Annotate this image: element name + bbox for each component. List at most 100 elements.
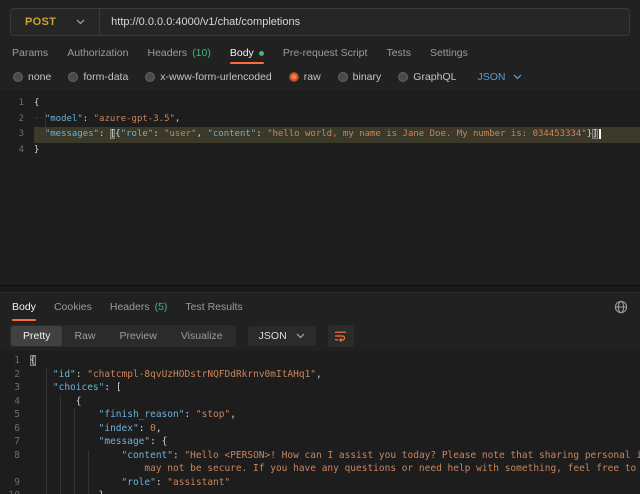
- code-text: "role": "assistant": [30, 476, 640, 490]
- tab-count-badge: (5): [155, 301, 168, 313]
- code-line: 2 "id": "chatcmpl-8qvUzHODstrNQFDdRkrnv0…: [0, 368, 640, 382]
- code-text: {: [30, 354, 640, 368]
- code-token: "hello world, my name is Jane Doe. My nu…: [267, 129, 587, 139]
- body-mode-label: GraphQL: [413, 71, 456, 83]
- line-number: [0, 462, 30, 476]
- body-mode-raw[interactable]: raw: [289, 71, 321, 83]
- body-mode-none[interactable]: none: [13, 71, 51, 83]
- code-token: "finish_reason": [99, 409, 185, 420]
- radio-icon: [289, 72, 299, 82]
- tab-authorization[interactable]: Authorization: [67, 42, 128, 64]
- url-input[interactable]: http://0.0.0.0:4000/v1/chat/completions: [100, 16, 311, 28]
- body-mode-form-data[interactable]: form-data: [68, 71, 128, 83]
- response-format-dropdown[interactable]: JSON: [248, 326, 316, 346]
- code-text: "index": 0,: [30, 422, 640, 436]
- tab-pre-request-script[interactable]: Pre-request Script: [283, 42, 368, 64]
- code-text: "message": {: [30, 435, 640, 449]
- body-mode-binary[interactable]: binary: [338, 71, 382, 83]
- body-mode-selector: none form-data x-www-form-urlencoded raw bin…: [0, 64, 640, 90]
- response-tab-body[interactable]: Body: [12, 293, 36, 321]
- code-text: ··"model": "azure-gpt-3.5",: [34, 112, 640, 128]
- tab-label: Body: [230, 47, 254, 59]
- pane-divider[interactable]: [0, 285, 640, 293]
- tab-body[interactable]: Body: [230, 42, 264, 64]
- radio-icon: [68, 72, 78, 82]
- code-token: {: [34, 98, 39, 108]
- code-token: :: [173, 450, 184, 461]
- language-dropdown[interactable]: JSON: [477, 71, 521, 83]
- body-mode-label: binary: [353, 71, 382, 83]
- tab-count-badge: (10): [192, 47, 211, 59]
- line-number: 3: [0, 127, 34, 143]
- view-tab-pretty[interactable]: Pretty: [11, 326, 62, 346]
- code-token: ,: [197, 129, 208, 139]
- tab-label: Cookies: [54, 301, 92, 313]
- view-tab-visualize[interactable]: Visualize: [169, 326, 235, 346]
- code-line: 6 "index": 0,: [0, 422, 640, 436]
- code-token: {: [30, 355, 36, 366]
- view-tab-preview[interactable]: Preview: [107, 326, 168, 346]
- code-token: ,: [316, 369, 322, 380]
- tab-label: Headers: [147, 47, 187, 59]
- tab-headers[interactable]: Headers (10): [147, 42, 210, 64]
- code-line: 8 "content": "Hello <PERSON>! How can I …: [0, 449, 640, 463]
- view-tab-raw[interactable]: Raw: [62, 326, 107, 346]
- response-tab-cookies[interactable]: Cookies: [54, 293, 92, 321]
- body-mode-label: form-data: [83, 71, 128, 83]
- wrap-text-button[interactable]: [328, 325, 354, 347]
- request-body-editor[interactable]: 1{2··"model": "azure-gpt-3.5",3··"messag…: [0, 90, 640, 285]
- tab-tests[interactable]: Tests: [386, 42, 411, 64]
- tab-params[interactable]: Params: [12, 42, 48, 64]
- code-token: [30, 409, 99, 420]
- code-token: ,: [230, 409, 236, 420]
- body-mode-label: none: [28, 71, 51, 83]
- code-token: "stop": [196, 409, 230, 420]
- code-line: 7 "message": {: [0, 435, 640, 449]
- line-number: 2: [0, 368, 30, 382]
- code-text: "choices": [: [30, 381, 640, 395]
- code-token: ,: [175, 114, 180, 124]
- method-selector[interactable]: POST: [11, 16, 99, 28]
- code-token: [30, 423, 99, 434]
- response-tabs-row: Body Cookies Headers (5) Test Results: [0, 293, 640, 321]
- line-number: 10: [0, 489, 30, 494]
- line-number: 8: [0, 449, 30, 463]
- code-line: 1{: [0, 354, 640, 368]
- line-number: 4: [0, 395, 30, 409]
- tab-label: Authorization: [67, 47, 128, 59]
- line-number: 7: [0, 435, 30, 449]
- method-label: POST: [25, 16, 56, 28]
- tab-label: Headers: [110, 301, 150, 313]
- radio-icon: [13, 72, 23, 82]
- response-body-editor[interactable]: 1{2 "id": "chatcmpl-8qvUzHODstrNQFDdRkrn…: [0, 351, 640, 494]
- code-token: "message": [99, 436, 150, 447]
- response-tab-headers[interactable]: Headers (5): [110, 293, 168, 321]
- line-number: 4: [0, 143, 34, 159]
- postman-window: POST http://0.0.0.0:4000/v1/chat/complet…: [0, 0, 640, 494]
- code-token: :: [184, 409, 195, 420]
- tab-settings[interactable]: Settings: [430, 42, 468, 64]
- network-info-button[interactable]: [614, 300, 628, 314]
- body-mode-label: x-www-form-urlencoded: [160, 71, 271, 83]
- tab-label: Test Results: [185, 301, 242, 313]
- code-token: :: [83, 114, 94, 124]
- code-token: "role": [121, 129, 154, 139]
- body-mode-x-www-form-urlencoded[interactable]: x-www-form-urlencoded: [145, 71, 271, 83]
- code-token: }: [34, 145, 39, 155]
- code-token: "model": [45, 114, 83, 124]
- line-number: 9: [0, 476, 30, 490]
- code-token: :: [156, 477, 167, 488]
- code-token: ]: [592, 129, 597, 139]
- code-token: "assistant": [167, 477, 230, 488]
- code-line: 3··"messages": [{"role": "user", "conten…: [0, 127, 640, 143]
- chevron-down-icon: [76, 19, 85, 25]
- code-token: : {: [150, 436, 167, 447]
- code-token: {: [30, 396, 81, 407]
- code-token: : [: [104, 382, 121, 393]
- code-line: 2··"model": "azure-gpt-3.5",: [0, 112, 640, 128]
- code-token: [30, 450, 122, 461]
- response-view-tabs: PrettyRawPreviewVisualize: [10, 325, 236, 347]
- body-mode-graphql[interactable]: GraphQL: [398, 71, 456, 83]
- response-tab-test-results[interactable]: Test Results: [185, 293, 242, 321]
- code-token: :: [76, 369, 87, 380]
